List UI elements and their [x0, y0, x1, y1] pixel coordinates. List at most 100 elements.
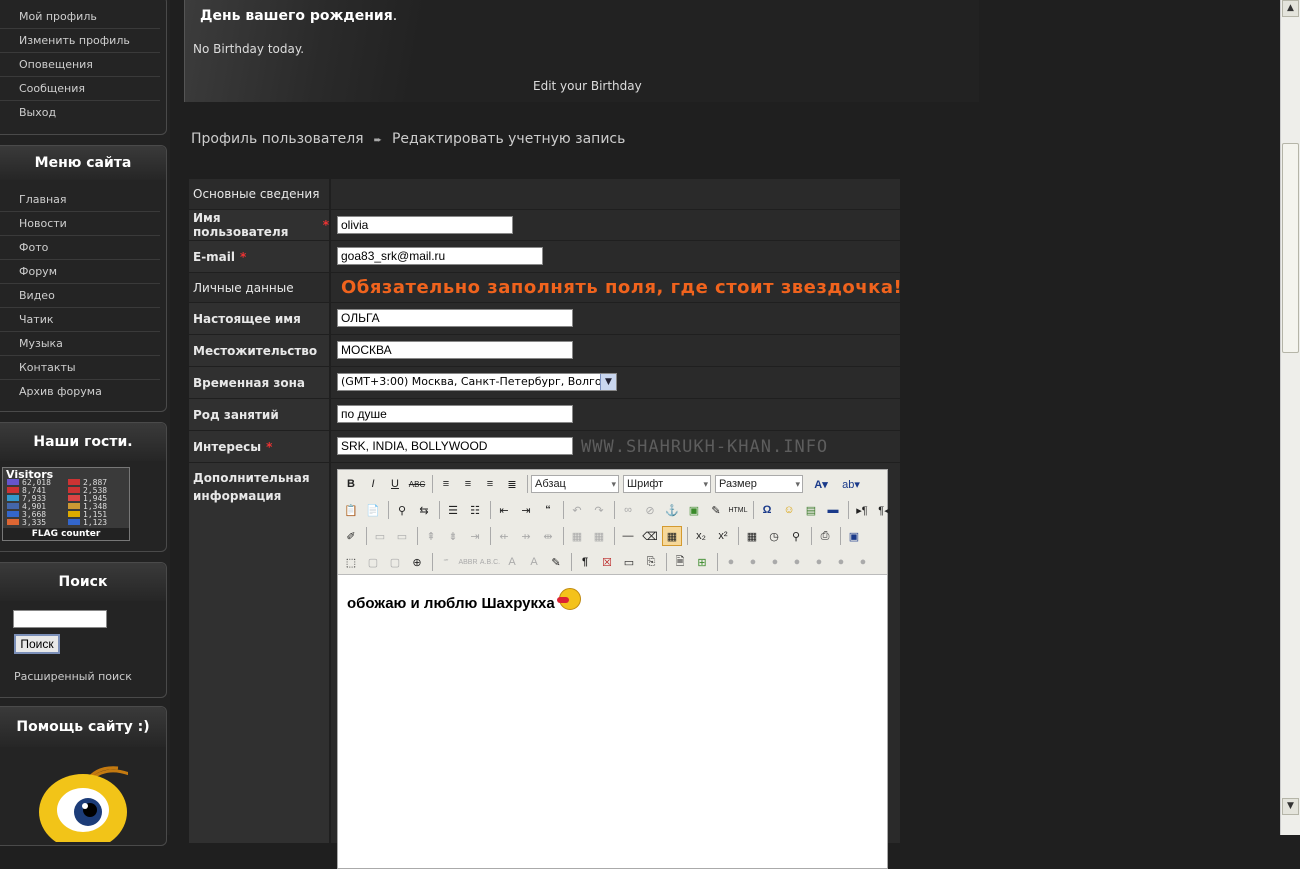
edit-icon[interactable]: ✐ [341, 526, 361, 546]
image-icon[interactable]: ▣ [684, 500, 704, 520]
align-left-icon[interactable]: ≡ [436, 474, 456, 494]
page-break-icon[interactable]: ⎘ [641, 552, 661, 572]
row-after-icon[interactable]: ⇟ [443, 526, 463, 546]
horizontal-rule-icon[interactable]: ▬ [823, 500, 843, 520]
acronym-icon[interactable]: A.B.C. [480, 552, 500, 572]
nav-logout[interactable]: Выход [0, 101, 160, 124]
rtl-icon[interactable]: ¶◂ [874, 500, 894, 520]
align-justify-icon[interactable]: ≣ [502, 474, 522, 494]
search-button[interactable]: Поиск [14, 634, 60, 654]
size-select[interactable]: Размер [715, 475, 803, 493]
timezone-select[interactable]: (GMT+3:00) Москва, Санкт-Петербург, Волг… [337, 373, 617, 391]
table-row-props-icon[interactable]: ▭ [370, 526, 390, 546]
outdent-icon[interactable]: ⇤ [494, 500, 514, 520]
special-char-icon[interactable]: Ω [757, 500, 777, 520]
nav-edit-profile[interactable]: Изменить профиль [0, 29, 160, 53]
row-before-icon[interactable]: ⇞ [421, 526, 441, 546]
eraser-icon[interactable]: ⌫ [640, 526, 660, 546]
bold-icon[interactable]: B [341, 474, 361, 494]
table-cell-props-icon[interactable]: ▭ [392, 526, 412, 546]
advanced-search-link[interactable]: Расширенный поиск [14, 670, 132, 683]
nav-chat[interactable]: Чатик [0, 308, 160, 332]
nav-forum[interactable]: Форум [0, 260, 160, 284]
flag-counter[interactable]: Visitors 62,018 8,741 7,933 4,901 3,668 3,335… [2, 467, 130, 541]
layer-back-icon[interactable]: ▢ [385, 552, 405, 572]
editor-content-area[interactable]: обожаю и люблю Шахрукха [347, 588, 581, 612]
indent-icon[interactable]: ⇥ [516, 500, 536, 520]
html-icon[interactable]: HTML [728, 500, 748, 520]
edit-birthday-link[interactable]: Edit your Birthday [533, 79, 642, 93]
insert-time-icon[interactable]: ◷ [764, 526, 784, 546]
paste-word-icon[interactable]: 📄 [363, 500, 383, 520]
align-center-icon[interactable]: ≡ [458, 474, 478, 494]
merge-cells-icon[interactable]: ▦ [589, 526, 609, 546]
delete-row-icon[interactable]: ⇥ [465, 526, 485, 546]
font-select[interactable]: Шрифт [623, 475, 711, 493]
username-input[interactable]: olivia [337, 216, 513, 234]
paste-icon[interactable]: 📋 [341, 500, 361, 520]
nav-forum-archive[interactable]: Архив форума [0, 380, 160, 403]
link-icon[interactable]: ∞ [618, 500, 638, 520]
page-scrollbar[interactable]: ▲ ▼ [1280, 0, 1300, 835]
replace-icon[interactable]: ⇆ [414, 500, 434, 520]
scrollbar-thumb[interactable] [1282, 143, 1299, 353]
breadcrumb-profile-link[interactable]: Профиль пользователя [191, 131, 364, 147]
search-input[interactable] [13, 610, 107, 628]
nav-contacts[interactable]: Контакты [0, 356, 160, 380]
text-color-icon[interactable]: A▾ [807, 474, 835, 494]
select-all-icon[interactable]: ⬚ [341, 552, 361, 572]
heading-1-icon[interactable]: ● [721, 552, 741, 572]
absolute-position-icon[interactable]: ⊕ [407, 552, 427, 572]
superscript-icon[interactable]: x² [713, 526, 733, 546]
col-after-icon[interactable]: ⇸ [516, 526, 536, 546]
heading-4-icon[interactable]: ● [787, 552, 807, 572]
nav-music[interactable]: Музыка [0, 332, 160, 356]
insert-file-icon[interactable]: ⊞ [692, 552, 712, 572]
table-icon[interactable]: ▦ [662, 526, 682, 546]
align-right-icon[interactable]: ≡ [480, 474, 500, 494]
location-input[interactable]: МОСКВА [337, 341, 573, 359]
numbered-list-icon[interactable]: ☷ [465, 500, 485, 520]
email-input[interactable]: goa83_srk@mail.ru [337, 247, 543, 265]
heading-7-icon[interactable]: ● [853, 552, 873, 572]
insert-text-icon[interactable]: A [524, 552, 544, 572]
delete-text-icon[interactable]: A [502, 552, 522, 572]
undo-icon[interactable]: ↶ [567, 500, 587, 520]
nav-my-profile[interactable]: Мой профиль [0, 5, 160, 29]
heading-6-icon[interactable]: ● [831, 552, 851, 572]
highlight-color-icon[interactable]: ab▾ [837, 474, 865, 494]
occupation-input[interactable]: по душе [337, 405, 573, 423]
cleanup-icon[interactable]: ✎ [706, 500, 726, 520]
cite-icon[interactable]: “” [436, 552, 456, 572]
italic-icon[interactable]: I [363, 474, 383, 494]
anchor-icon[interactable]: ⚓ [662, 500, 682, 520]
col-before-icon[interactable]: ⇷ [494, 526, 514, 546]
redo-icon[interactable]: ↷ [589, 500, 609, 520]
emoticon-icon[interactable]: ☺ [779, 500, 799, 520]
attributes-icon[interactable]: ✎ [546, 552, 566, 572]
nav-photo[interactable]: Фото [0, 236, 160, 260]
media-icon[interactable]: ▤ [801, 500, 821, 520]
no-break-icon[interactable]: ☒ [597, 552, 617, 572]
template-icon[interactable]: ▭ [619, 552, 639, 572]
underline-icon[interactable]: U [385, 474, 405, 494]
format-select[interactable]: Абзац [531, 475, 619, 493]
layer-icon[interactable]: ▢ [363, 552, 383, 572]
unlink-icon[interactable]: ⊘ [640, 500, 660, 520]
split-cells-icon[interactable]: ▦ [567, 526, 587, 546]
find-icon[interactable]: ⚲ [392, 500, 412, 520]
nav-home[interactable]: Главная [0, 188, 160, 212]
nav-messages[interactable]: Сообщения [0, 77, 160, 101]
subscript-icon[interactable]: x₂ [691, 526, 711, 546]
nav-news[interactable]: Новости [0, 212, 160, 236]
interests-input[interactable]: SRK, INDIA, BOLLYWOOD [337, 437, 573, 455]
new-document-icon[interactable]: 🗎 [670, 552, 690, 572]
fullscreen-icon[interactable]: ▣ [844, 526, 864, 546]
ltr-icon[interactable]: ▸¶ [852, 500, 872, 520]
scroll-up-icon[interactable]: ▲ [1282, 0, 1299, 17]
realname-input[interactable]: ОЛЬГА [337, 309, 573, 327]
heading-3-icon[interactable]: ● [765, 552, 785, 572]
blockquote-icon[interactable]: “ [538, 500, 558, 520]
strikethrough-icon[interactable]: ABC [407, 474, 427, 494]
insert-date-icon[interactable]: ▦ [742, 526, 762, 546]
